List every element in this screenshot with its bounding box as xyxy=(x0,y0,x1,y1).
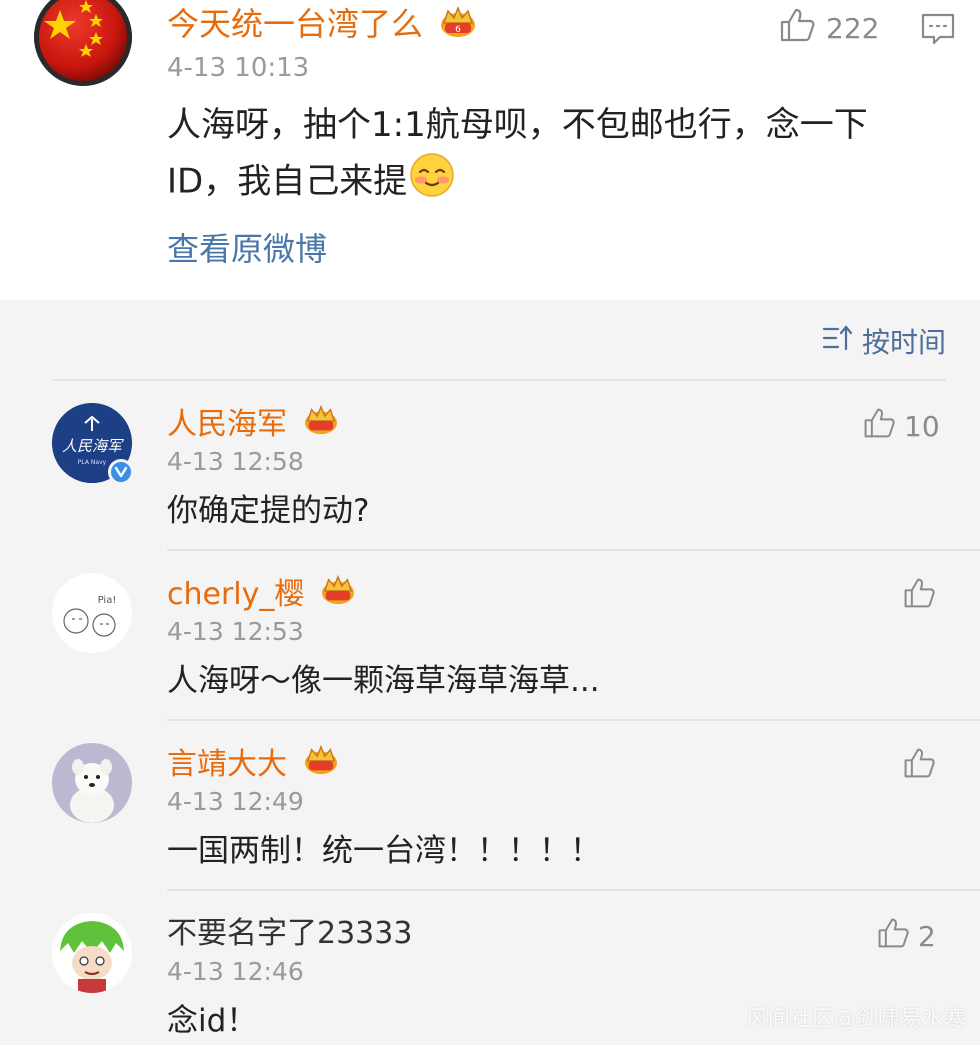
vip-crown-icon: 6 xyxy=(439,5,477,48)
sort-label: 按时间 xyxy=(861,326,946,359)
avatar[interactable] xyxy=(52,743,132,823)
thumbs-up-icon xyxy=(876,916,910,957)
comment-username[interactable]: 言靖大大 xyxy=(167,744,339,787)
comment-time: 4-13 12:46 xyxy=(167,957,304,986)
thumbs-up-icon xyxy=(902,576,936,617)
thumbs-up-icon xyxy=(862,406,896,447)
sort-by-time-button[interactable]: 按时间 xyxy=(822,320,946,362)
comment-icon[interactable] xyxy=(920,12,956,46)
comment-text: 你确定提的动? xyxy=(167,493,370,529)
comment-username-text[interactable]: 人民海军 xyxy=(167,407,287,442)
comment-like-button[interactable] xyxy=(902,746,936,786)
thumbs-up-icon xyxy=(902,746,936,787)
post-username-text[interactable]: 今天统一台湾了么 xyxy=(167,5,423,43)
comment-username[interactable]: cherly_樱 xyxy=(167,574,356,617)
weibo-comment-page: 今天统一台湾了么 6 4-13 10:13 222 人海呀，抽个1:1航母呗，不… xyxy=(0,0,980,1045)
comment-time: 4-13 12:49 xyxy=(167,787,304,816)
watermark: 风闻社区@剑啸易水寒 xyxy=(745,1007,966,1032)
vip-crown-icon xyxy=(303,744,339,787)
thumbs-up-icon xyxy=(778,6,816,51)
comment-username[interactable]: 人民海军 xyxy=(167,404,339,447)
shy-smile-emoji-icon xyxy=(409,152,455,214)
post-username[interactable]: 今天统一台湾了么 6 xyxy=(167,4,477,48)
svg-text:PLA Navy: PLA Navy xyxy=(78,459,107,466)
comment-time: 4-13 12:58 xyxy=(167,447,304,476)
comment-text: 人海呀～像一颗海草海草海草... xyxy=(167,663,600,699)
view-original-post-link[interactable]: 查看原微博 xyxy=(167,226,327,272)
comment-like-button[interactable]: 2 xyxy=(876,916,936,956)
comment-time: 4-13 12:53 xyxy=(167,617,304,646)
svg-text:6: 6 xyxy=(455,25,461,35)
comment-list: 按时间 人民海军 PLA Navy 人民海军 4-13 12:58 你确定提的动… xyxy=(0,300,980,1045)
comment-text: 一国两制！统一台湾！！！！！ xyxy=(167,833,601,869)
comment-username[interactable]: 不要名字了23333 xyxy=(167,914,412,954)
post-body: 人海呀，抽个1:1航母呗，不包邮也行，念一下ID，我自己来提 xyxy=(167,98,927,214)
vip-crown-icon xyxy=(320,574,356,617)
post-like-button[interactable]: 222 xyxy=(778,8,879,48)
verified-badge-icon xyxy=(108,459,134,485)
avatar[interactable]: 人民海军 PLA Navy xyxy=(52,403,134,485)
original-post: 今天统一台湾了么 6 4-13 10:13 222 人海呀，抽个1:1航母呗，不… xyxy=(0,0,980,300)
svg-text:Pia!: Pia! xyxy=(98,595,117,606)
comment-item: 言靖大大 4-13 12:49 一国两制！统一台湾！！！！！ xyxy=(0,720,980,891)
comment-item: 人民海军 PLA Navy 人民海军 4-13 12:58 你确定提的动? 10 xyxy=(0,380,980,551)
comment-username-text[interactable]: 言靖大大 xyxy=(167,747,287,782)
post-like-count: 222 xyxy=(826,11,880,45)
post-body-text: 人海呀，抽个1:1航母呗，不包邮也行，念一下ID，我自己来提 xyxy=(167,105,868,202)
sort-icon xyxy=(822,324,854,359)
comment-item: Pia! cherly_樱 4-13 12:53 人海呀～像一颗海草海草海草..… xyxy=(0,550,980,721)
svg-text:人民海军: 人民海军 xyxy=(62,437,124,455)
comment-like-button[interactable]: 10 xyxy=(862,406,940,446)
vip-crown-icon xyxy=(303,404,339,447)
post-time: 4-13 10:13 xyxy=(167,53,310,83)
avatar[interactable] xyxy=(52,913,132,993)
comment-username-text[interactable]: cherly_樱 xyxy=(167,577,304,612)
post-avatar[interactable] xyxy=(34,0,132,86)
comment-like-count: 2 xyxy=(918,919,936,953)
comment-like-count: 10 xyxy=(904,409,940,443)
comment-text: 念id！ xyxy=(167,1003,258,1039)
comment-like-button[interactable] xyxy=(902,576,936,616)
avatar[interactable]: Pia! xyxy=(52,573,132,653)
